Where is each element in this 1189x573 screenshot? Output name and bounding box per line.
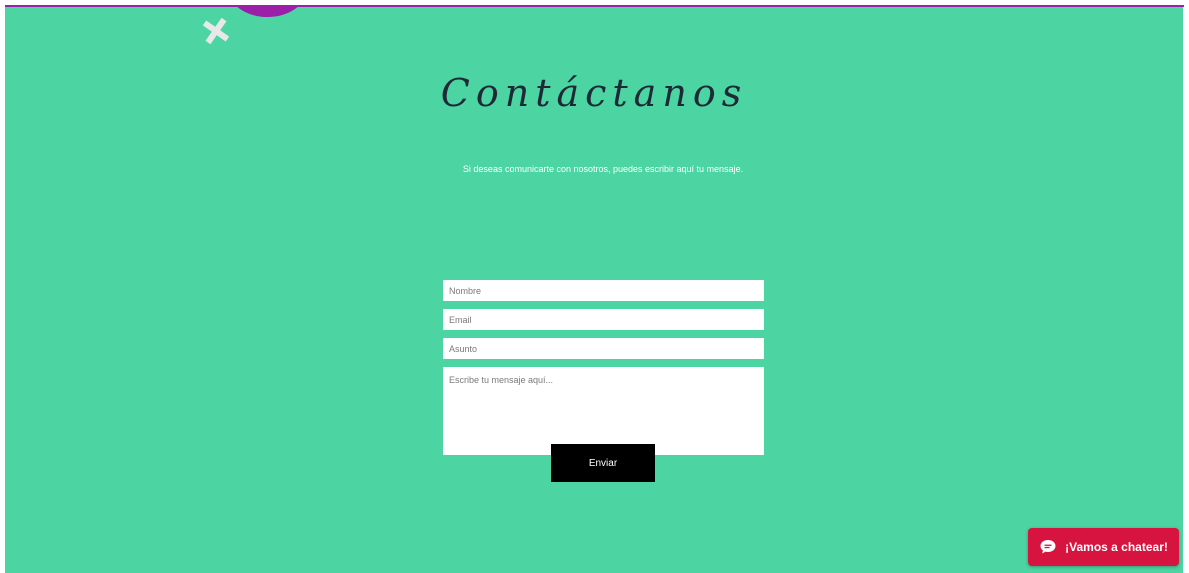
contact-section: Contáctanos Si deseas comunicarte con no… — [5, 7, 1183, 573]
decorative-purple-shape — [230, 7, 305, 17]
submit-button[interactable]: Enviar — [551, 444, 655, 482]
email-input[interactable] — [443, 309, 764, 330]
message-textarea[interactable] — [443, 367, 764, 455]
chat-bubble-icon — [1040, 540, 1056, 554]
chat-button-label: ¡Vamos a chatear! — [1065, 540, 1168, 554]
chat-button[interactable]: ¡Vamos a chatear! — [1028, 528, 1179, 566]
name-input[interactable] — [443, 280, 764, 301]
decorative-cross-icon — [202, 17, 230, 45]
page-title: Contáctanos — [440, 71, 748, 115]
contact-subtitle: Si deseas comunicarte con nosotros, pued… — [462, 164, 744, 174]
subject-input[interactable] — [443, 338, 764, 359]
